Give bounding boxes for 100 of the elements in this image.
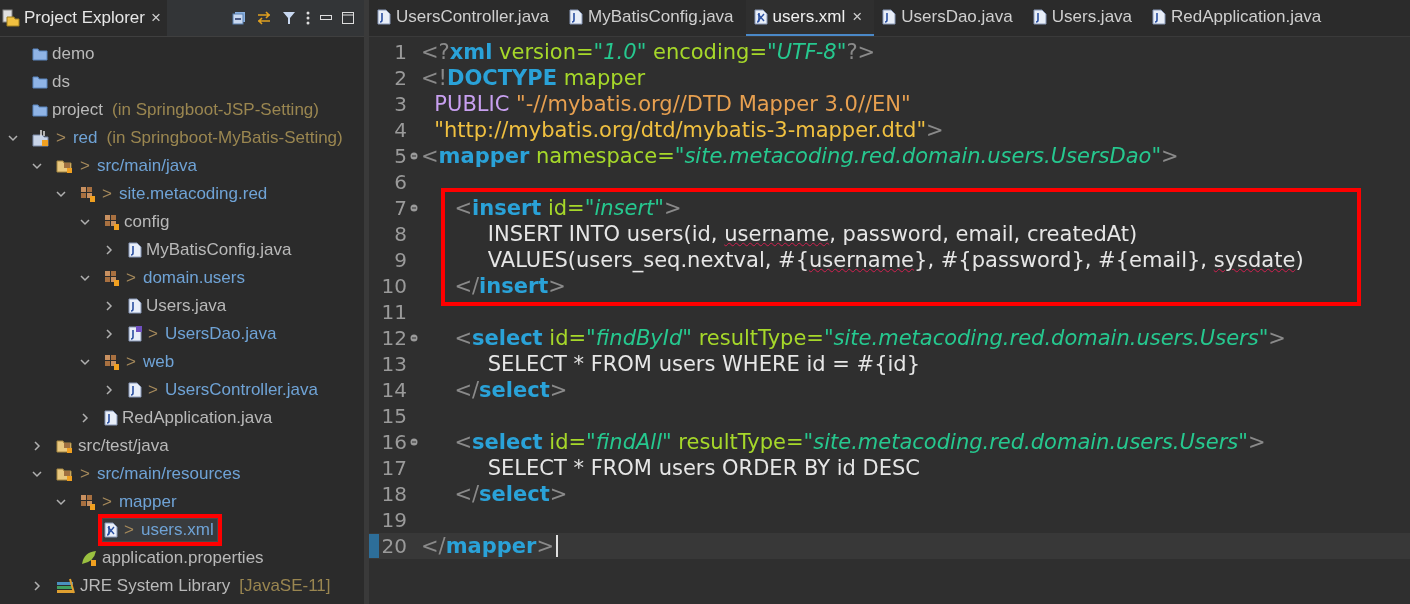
package-icon — [104, 354, 120, 370]
line-number: 2 — [394, 66, 407, 90]
code-line: <mapper namespace="site.metacoding.red.domain.users.UsersDao"> — [421, 144, 1179, 168]
folder-icon — [32, 103, 48, 117]
package-icon — [80, 494, 96, 510]
chevron-down-icon[interactable] — [8, 133, 18, 143]
line-number: 11 — [381, 300, 407, 324]
code-line: <?xml version="1.0" encoding="UTF-8"?> — [421, 40, 876, 64]
close-button[interactable]: × — [150, 8, 161, 28]
tab-label: users.xml — [772, 7, 846, 27]
line-number: 20 — [381, 534, 407, 558]
fold-icon[interactable] — [410, 334, 418, 342]
chevron-down-icon[interactable] — [32, 469, 42, 479]
line-number: 10 — [381, 274, 407, 298]
tab-label: RedApplication.java — [1171, 7, 1322, 27]
code-line: </insert> — [453, 274, 566, 298]
tab-label: UsersDao.java — [901, 7, 1013, 27]
tab-label: MyBatisConfig.java — [588, 7, 734, 27]
line-number: 13 — [381, 352, 407, 376]
java-file-icon — [1152, 9, 1167, 25]
chevron-right-icon[interactable] — [104, 329, 114, 339]
chevron-down-icon[interactable] — [56, 189, 66, 199]
line-number: 6 — [394, 170, 407, 194]
xml-file-icon — [104, 522, 118, 538]
link-arrows-icon[interactable] — [256, 11, 272, 25]
view-tab[interactable]: Project Explorer × — [0, 0, 167, 36]
line-number: 4 — [394, 118, 407, 142]
line-number: 3 — [394, 92, 407, 116]
chevron-right-icon[interactable] — [104, 301, 114, 311]
java-file-icon — [128, 298, 142, 314]
code-line: </select> — [453, 482, 568, 506]
code-line: SELECT * FROM users ORDER BY id DESC — [486, 456, 920, 480]
code-line: <insert id="insert"> — [453, 196, 682, 220]
fold-icon[interactable] — [410, 152, 418, 160]
line-number: 9 — [394, 248, 407, 272]
chevron-down-icon[interactable] — [80, 217, 90, 227]
editor-tab[interactable]: MyBatisConfig.java — [561, 0, 746, 36]
editor-tab[interactable]: RedApplication.java — [1144, 0, 1334, 36]
chevron-right-icon[interactable] — [104, 385, 114, 395]
chevron-right-icon[interactable] — [104, 245, 114, 255]
code-line: VALUES(users_seq.nextval, #{username}, #{password}, #{email}, sysdate) — [486, 248, 1304, 272]
chevron-right-icon[interactable] — [32, 581, 42, 591]
view-title: Project Explorer — [24, 8, 145, 28]
tree-item[interactable]: > users.xml — [98, 514, 222, 546]
line-number: 16 — [381, 430, 407, 454]
line-number: 7 — [394, 196, 407, 220]
code-line: </mapper> — [421, 534, 554, 558]
chevron-down-icon[interactable] — [80, 357, 90, 367]
line-number: 15 — [381, 404, 407, 428]
java-file-icon — [128, 242, 142, 258]
line-number: 5 — [394, 144, 407, 168]
java-file-icon — [882, 9, 897, 25]
chevron-down-icon[interactable] — [56, 497, 66, 507]
source-folder-icon — [56, 466, 74, 482]
line-number: 17 — [381, 456, 407, 480]
close-button[interactable]: × — [852, 7, 863, 27]
project-icon — [32, 129, 50, 147]
code-line: </select> — [453, 378, 568, 402]
maximize-icon[interactable] — [342, 12, 354, 24]
filter-icon[interactable] — [282, 11, 296, 25]
code-line: INSERT INTO users(id, username, password, email, createdAt) — [486, 222, 1138, 246]
line-number: 18 — [381, 482, 407, 506]
editor-tab[interactable]: UsersController.java — [369, 0, 562, 36]
line-number: 1 — [394, 40, 407, 64]
chevron-down-icon[interactable] — [80, 273, 90, 283]
collapse-all-icon[interactable] — [232, 11, 246, 25]
editor-tab[interactable]: Users.java — [1024, 0, 1145, 36]
line-number: 12 — [381, 326, 407, 350]
minimize-icon[interactable] — [320, 15, 332, 21]
line-number: 8 — [394, 222, 407, 246]
chevron-down-icon[interactable] — [32, 161, 42, 171]
package-icon — [104, 270, 120, 286]
package-icon — [104, 214, 120, 230]
code-line: SELECT * FROM users WHERE id = #{id} — [486, 352, 921, 376]
chevron-right-icon[interactable] — [80, 413, 90, 423]
code-line: <!DOCTYPE mapper — [421, 66, 646, 90]
source-folder-icon — [56, 158, 74, 174]
xml-file-icon — [753, 9, 768, 25]
java-file-icon — [128, 382, 142, 398]
java-file-icon — [377, 9, 391, 25]
java-file-icon — [104, 410, 118, 426]
leaf-icon — [80, 550, 98, 566]
line-number: 19 — [381, 508, 407, 532]
source-folder-icon — [56, 438, 74, 454]
code-line: <select id="findById" resultType="site.metacoding.red.domain.users.Users"> — [453, 326, 1286, 350]
chevron-right-icon[interactable] — [32, 441, 42, 451]
tab-label: Users.java — [1051, 7, 1133, 27]
fold-icon[interactable] — [410, 204, 418, 212]
editor-tab[interactable]: UsersDao.java — [874, 0, 1025, 36]
code-line: "http://mybatis.org/dtd/mybatis-3-mapper.dtd"> — [433, 118, 944, 142]
fold-icon[interactable] — [410, 438, 418, 446]
folder-icon — [32, 47, 48, 61]
more-options-icon[interactable] — [306, 11, 310, 25]
java-file-icon — [128, 326, 142, 342]
code-line: PUBLIC "-//mybatis.org//DTD Mapper 3.0//EN" — [433, 92, 911, 116]
books-icon — [56, 578, 76, 594]
explorer-icon — [2, 9, 20, 27]
editor-tab[interactable]: users.xml × — [745, 0, 875, 36]
package-icon — [80, 186, 96, 202]
line-number: 14 — [381, 378, 407, 402]
